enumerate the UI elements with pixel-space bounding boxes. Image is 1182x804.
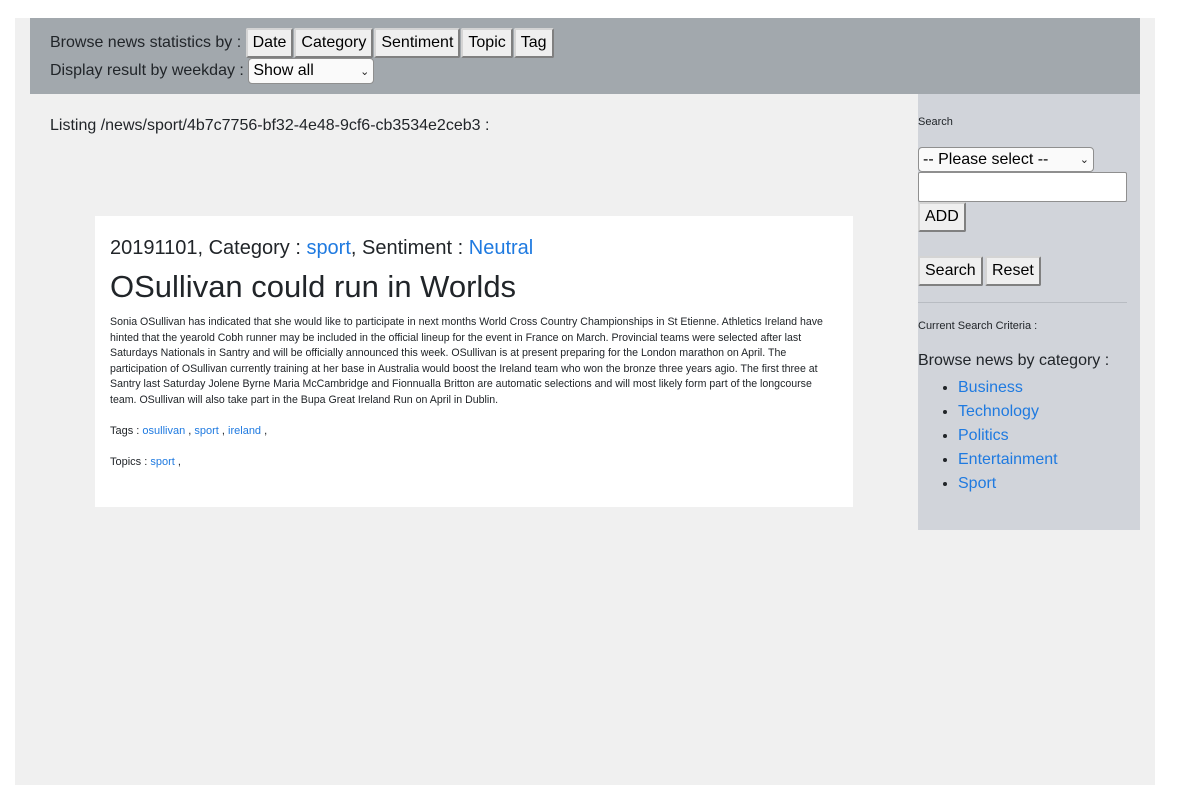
category-heading: Browse news by category :: [918, 352, 1110, 369]
list-item: Politics: [958, 424, 1058, 448]
list-item: Technology: [958, 400, 1058, 424]
tag-separator: ,: [261, 425, 271, 437]
article-card: 20191101, Category : sport, Sentiment : …: [95, 216, 853, 507]
tag-link-ireland[interactable]: ireland: [228, 425, 261, 437]
topics-label: Topics :: [110, 456, 151, 468]
weekday-label: Display result by weekday :: [50, 62, 249, 79]
page-container: Browse news statistics by : Date Categor…: [15, 18, 1155, 785]
browse-stats-label: Browse news statistics by :: [50, 34, 246, 51]
sentiment-button[interactable]: Sentiment: [374, 28, 461, 58]
list-item: Business: [958, 376, 1058, 400]
category-link-sport[interactable]: Sport: [958, 475, 996, 492]
tag-separator: ,: [218, 425, 229, 437]
article-meta: 20191101, Category : sport, Sentiment : …: [110, 237, 533, 260]
weekday-select-value: Show all: [253, 62, 314, 79]
tags-row: Tags : osullivan , sport , ireland ,: [110, 425, 270, 437]
weekday-select[interactable]: Show all ⌄: [248, 58, 375, 84]
category-label: , Category :: [197, 237, 307, 259]
add-button[interactable]: ADD: [918, 202, 966, 232]
topic-button[interactable]: Topic: [461, 28, 513, 58]
listing-path: Listing /news/sport/4b7c7756-bf32-4e48-9…: [50, 117, 490, 134]
topics-row: Topics : sport ,: [110, 456, 184, 468]
search-button[interactable]: Search: [918, 256, 983, 286]
tag-button[interactable]: Tag: [513, 28, 554, 58]
divider: [918, 302, 1127, 303]
search-label: Search: [918, 116, 953, 128]
article-body: Sonia OSullivan has indicated that she w…: [110, 316, 823, 406]
search-sidebar: Search -- Please select -- ⌄ ADD Search …: [918, 94, 1140, 530]
tags-label: Tags :: [110, 425, 143, 437]
search-criteria-label: Current Search Criteria :: [918, 320, 1038, 332]
search-field-select-value: -- Please select --: [923, 150, 1049, 168]
search-input[interactable]: [918, 172, 1127, 202]
article-date: 20191101: [110, 237, 198, 259]
tag-link-sport[interactable]: sport: [194, 425, 218, 437]
category-list: Business Technology Politics Entertainme…: [918, 376, 1058, 496]
topic-separator: ,: [174, 456, 184, 468]
category-link-politics[interactable]: Politics: [958, 427, 1009, 444]
article-title: OSullivan could run in Worlds: [110, 269, 517, 304]
list-item: Sport: [958, 472, 1058, 496]
category-link-technology[interactable]: Technology: [958, 403, 1039, 420]
chevron-down-icon: ⌄: [360, 65, 370, 78]
date-button[interactable]: Date: [245, 28, 294, 58]
stats-toolbar: Browse news statistics by : Date Categor…: [30, 18, 1140, 94]
category-link[interactable]: sport: [306, 237, 350, 259]
search-field-select[interactable]: -- Please select -- ⌄: [918, 147, 1094, 172]
reset-button[interactable]: Reset: [985, 256, 1041, 286]
weekday-row: Display result by weekday : Show all ⌄: [50, 58, 375, 84]
browse-stats-row: Browse news statistics by : Date Categor…: [50, 28, 555, 58]
category-button[interactable]: Category: [294, 28, 374, 58]
topic-link-sport[interactable]: sport: [150, 456, 174, 468]
list-item: Entertainment: [958, 448, 1058, 472]
tag-link-osullivan[interactable]: osullivan: [142, 425, 185, 437]
tag-separator: ,: [185, 425, 195, 437]
category-link-entertainment[interactable]: Entertainment: [958, 451, 1058, 468]
sentiment-label: , Sentiment :: [350, 237, 469, 259]
category-link-business[interactable]: Business: [958, 379, 1023, 396]
chevron-down-icon: ⌄: [1079, 154, 1089, 166]
sentiment-link[interactable]: Neutral: [469, 237, 533, 259]
